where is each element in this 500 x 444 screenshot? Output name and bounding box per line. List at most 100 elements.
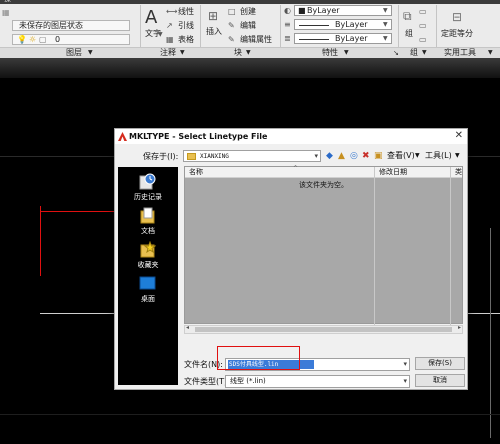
text-icon[interactable]: A (145, 8, 157, 28)
chevron-down-icon: ▾ (314, 152, 318, 160)
sort-arrow-icon: ^ (293, 165, 299, 172)
color-combo[interactable]: ■ ByLayer ▼ (294, 5, 392, 16)
save-in-label: 保存于(I): (143, 152, 179, 161)
ribbon-panel-titles: 图层 ▼ 注释 ▼ 块 ▼ 特性 ▼ ↘ 组 ▼ 实用工具 ▼ (0, 47, 500, 58)
new-folder-icon[interactable]: ▣ (374, 150, 383, 162)
grid-line (0, 414, 500, 415)
search-web-icon[interactable]: ◎ (350, 150, 358, 162)
lineweight-combo[interactable]: ByLayer ▼ (294, 19, 392, 30)
annotation-leader[interactable]: 引线 (178, 21, 194, 31)
column-divider[interactable] (450, 167, 451, 325)
lineweight-value: ByLayer (335, 20, 368, 29)
place-label: 收藏夹 (137, 261, 159, 269)
annotation-expand-icon[interactable]: ▼ (180, 48, 185, 58)
scroll-left-icon[interactable]: ◂ (186, 324, 189, 331)
filetype-combo[interactable]: 线型 (*.lin) ▾ (225, 375, 410, 388)
match-properties-icon[interactable]: ◐ (284, 6, 291, 16)
panel-divider (436, 5, 437, 47)
insert-label[interactable]: 插入 (206, 27, 222, 37)
group-icon[interactable]: ⧉ (403, 9, 412, 23)
red-line (40, 211, 114, 212)
ribbon-title-strip: 操 (0, 0, 500, 4)
ribbon: 操 ▦ 未保存的图层状态 💡 ☼ ▢ 0 A 文字 ▼ ⟷ 线性 ↗ 引线 ▦ … (0, 0, 500, 58)
places-bar: 历史记录 文档 收藏夹 桌面 (118, 167, 178, 385)
group-edit-icon[interactable]: ▭ (419, 21, 427, 31)
place-favorites[interactable]: 收藏夹 (118, 241, 178, 275)
annotation-highlight-box (217, 346, 300, 370)
panel-title-layers[interactable]: 图层 (66, 48, 82, 58)
annotation-table[interactable]: 表格 (178, 35, 194, 45)
layer-properties-icon[interactable]: ▦ (2, 8, 10, 18)
place-documents[interactable]: 文档 (118, 207, 178, 241)
panel-title-group[interactable]: 组 (410, 48, 418, 58)
desktop-icon (139, 276, 156, 290)
white-line (468, 313, 500, 314)
color-dropdown-icon: ▼ (383, 7, 388, 14)
panel-title-utilities[interactable]: 实用工具 (444, 48, 476, 58)
view-dropdown-icon[interactable]: ▼ (415, 151, 420, 161)
leader-icon: ↗ (166, 21, 173, 30)
panel-divider (200, 5, 201, 47)
column-modified[interactable]: 修改日期 (379, 167, 407, 177)
annotation-linear[interactable]: 线性 (178, 7, 194, 17)
delete-icon[interactable]: ✖ (362, 150, 370, 162)
ungroup-icon[interactable]: ▭ (419, 7, 427, 17)
properties-launcher-icon[interactable]: ↘ (393, 48, 399, 58)
layer-state-combo[interactable]: 未保存的图层状态 (12, 20, 130, 31)
cancel-button[interactable]: 取消 (415, 374, 465, 387)
block-expand-icon[interactable]: ▼ (246, 48, 251, 58)
utilities-expand-icon[interactable]: ▼ (488, 48, 493, 58)
chevron-down-icon: ▾ (403, 360, 407, 368)
save-button[interactable]: 保存(S) (415, 357, 465, 370)
group-button-label[interactable]: 组 (405, 29, 413, 39)
text-dropdown-icon[interactable]: ▼ (158, 30, 163, 40)
close-icon[interactable]: ✕ (455, 130, 463, 142)
scroll-right-icon[interactable]: ▸ (458, 324, 461, 331)
measure-icon[interactable]: ⊟ (452, 10, 462, 24)
tools-menu[interactable]: 工具(L) (425, 151, 452, 161)
panel-title-annotation[interactable]: 注释 (160, 48, 176, 58)
dialog-title: MKLTYPE - Select Linetype File (129, 132, 268, 141)
insert-icon[interactable]: ⊞ (208, 9, 218, 23)
divide-label[interactable]: 定距等分 (441, 29, 473, 39)
panel-divider (140, 5, 141, 47)
group-select-icon[interactable]: ▭ (419, 35, 427, 45)
linetype-combo[interactable]: ByLayer ▼ (294, 33, 392, 44)
scrollbar-thumb[interactable] (195, 327, 452, 332)
dialog-titlebar[interactable]: MKLTYPE - Select Linetype File ✕ (115, 129, 467, 144)
favorites-icon (140, 241, 156, 258)
back-icon[interactable]: ◆ (326, 150, 333, 162)
layer-combo[interactable]: 💡 ☼ ▢ 0 (12, 34, 130, 45)
save-in-combo[interactable]: XIANXING ▾ (183, 150, 321, 162)
linear-icon: ⟷ (166, 7, 178, 16)
documents-icon (140, 207, 155, 224)
panel-divider (398, 5, 399, 47)
properties-expand-icon[interactable]: ▼ (344, 48, 349, 58)
column-divider[interactable] (374, 167, 375, 325)
tools-dropdown-icon[interactable]: ▼ (455, 151, 460, 161)
panel-title-block[interactable]: 块 (234, 48, 242, 58)
lightbulb-icon: 💡 (17, 35, 27, 44)
place-desktop[interactable]: 桌面 (118, 275, 178, 309)
column-name[interactable]: 名称 (189, 167, 203, 177)
block-edit-attributes[interactable]: 编辑属性 (240, 35, 272, 45)
panel-title-properties[interactable]: 特性 (322, 48, 338, 58)
save-in-value: XIANXING (200, 153, 229, 160)
select-linetype-dialog: MKLTYPE - Select Linetype File ✕ 保存于(I):… (114, 128, 468, 390)
column-type[interactable]: 类 (455, 167, 462, 177)
layers-expand-icon[interactable]: ▼ (88, 48, 93, 58)
layer-current-value: 0 (55, 35, 61, 44)
edit-block-icon: ✎ (228, 21, 235, 30)
up-folder-icon[interactable]: ▲ (338, 150, 345, 162)
view-menu[interactable]: 查看(V) (387, 151, 415, 161)
place-history[interactable]: 历史记录 (118, 173, 178, 207)
block-edit[interactable]: 编辑 (240, 21, 256, 31)
white-line (40, 313, 114, 314)
file-list[interactable]: 名称 ^ 修改日期 类 该文件夹为空。 (184, 165, 463, 325)
folder-icon (187, 153, 196, 160)
horizontal-scrollbar[interactable]: ◂ ▸ (184, 324, 463, 334)
group-expand-icon[interactable]: ▼ (422, 48, 427, 58)
layer-state-value: 未保存的图层状态 (19, 21, 83, 30)
menu-fragment[interactable]: 操 (4, 0, 11, 4)
block-create[interactable]: 创建 (240, 7, 256, 17)
